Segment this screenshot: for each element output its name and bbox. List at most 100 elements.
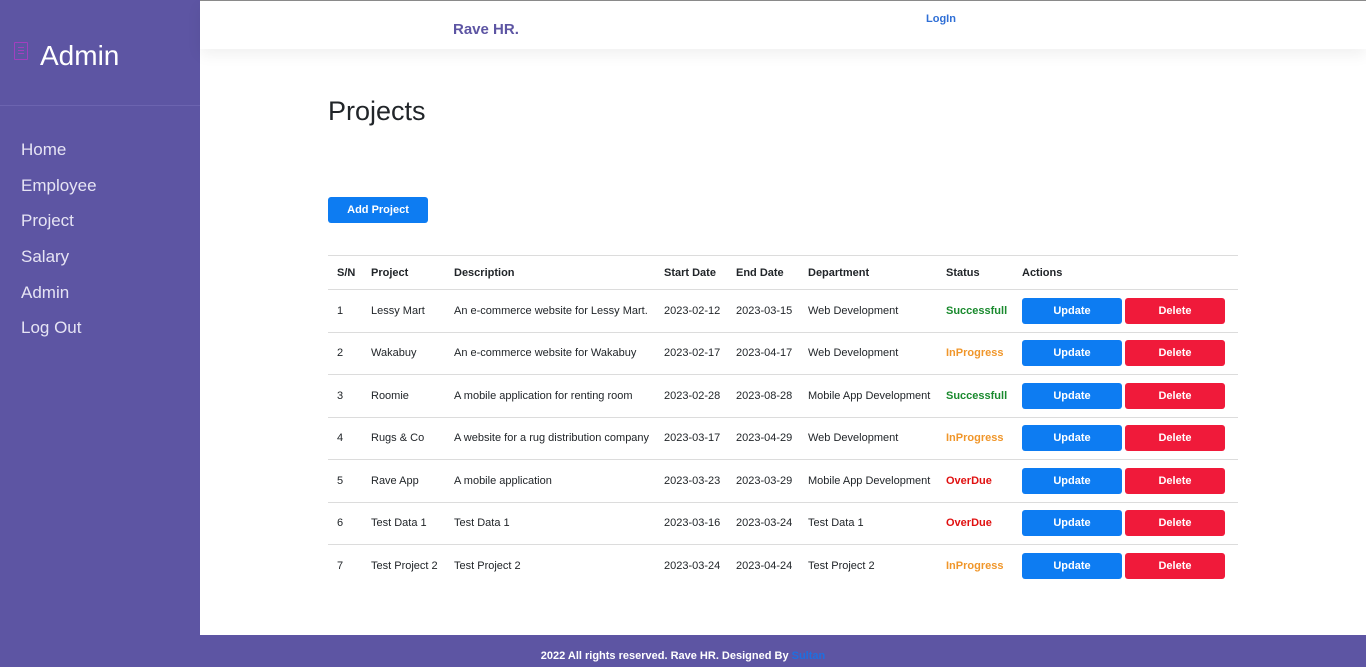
table-row: 3 Roomie A mobile application for renting … xyxy=(328,374,1238,418)
cell-sn: 3 xyxy=(328,374,362,418)
cell-end: 2023-04-17 xyxy=(727,332,799,375)
login-link[interactable]: LogIn xyxy=(926,13,956,25)
cell-description: An e-commerce website for Wakabuy xyxy=(445,332,655,375)
cell-department: Web Development xyxy=(799,289,937,333)
cell-actions: Update Delete xyxy=(1013,417,1238,460)
update-button[interactable]: Update xyxy=(1022,553,1122,579)
cell-department: Mobile App Development xyxy=(799,374,937,418)
cell-start: 2023-02-17 xyxy=(655,332,727,375)
cell-end: 2023-03-24 xyxy=(727,502,799,545)
cell-end: 2023-04-24 xyxy=(736,560,793,572)
cell-sn: 6 xyxy=(328,502,362,545)
update-button[interactable]: Update xyxy=(1022,340,1122,367)
table-row: 6 Test Data 1 Test Data 1 2023-03-16 2023-03… xyxy=(328,502,1238,545)
cell-end: 2023-03-29 xyxy=(727,459,799,503)
footer: 2022 All rights reserved. Rave HR. Desig… xyxy=(0,635,1366,667)
page-title: Projects xyxy=(328,96,426,126)
column-header-sn: S/N xyxy=(328,255,362,290)
cell-description: An e-commerce website for Lessy Mart. xyxy=(445,289,655,333)
delete-button[interactable]: Delete xyxy=(1125,467,1225,494)
column-header-start-date: Start Date xyxy=(655,255,727,290)
cell-start: 2023-03-17 xyxy=(655,417,727,460)
cell-sn: 5 xyxy=(328,459,362,503)
sidebar-title: Admin xyxy=(40,40,120,71)
cell-project: Rugs & Co xyxy=(362,417,445,460)
table-row: 1 Lessy Mart An e-commerce website for Les… xyxy=(328,289,1238,333)
cell-project: Test Data 1 xyxy=(362,502,445,545)
cell-project: Roomie xyxy=(362,374,445,418)
cell-department: Test Data 1 xyxy=(799,502,937,545)
column-header-project: Project xyxy=(362,255,445,290)
table-body: 1 Lessy Mart An e-commerce website for Les… xyxy=(328,289,1238,588)
delete-button[interactable]: Delete xyxy=(1125,340,1225,367)
update-button[interactable]: Update xyxy=(1022,467,1122,494)
cell-sn: 7 xyxy=(337,560,344,572)
cell-actions: Update Delete xyxy=(1013,545,1238,588)
sidebar: Admin Home Employee Project Salary Admin… xyxy=(0,0,200,667)
delete-button[interactable]: Delete xyxy=(1125,297,1225,324)
sidebar-item-project[interactable]: Project xyxy=(0,203,200,239)
cell-start: 2023-03-16 xyxy=(655,502,727,545)
cell-project: Lessy Mart xyxy=(362,289,445,333)
delete-button[interactable]: Delete xyxy=(1125,425,1225,452)
cell-project: Wakabuy xyxy=(362,332,445,375)
table-row: 7 Test Project 2 Test Project 2 2023-03-24 2… xyxy=(328,545,1238,588)
sidebar-brand: Admin xyxy=(0,0,200,106)
cell-start: 2023-02-12 xyxy=(655,289,727,333)
cell-sn: 4 xyxy=(328,417,362,460)
cell-actions: Update Delete xyxy=(1013,459,1238,503)
cell-department: Web Development xyxy=(799,417,937,460)
cell-end: 2023-08-28 xyxy=(727,374,799,418)
table-row: 4 Rugs & Co A website for a rug distributi… xyxy=(328,417,1238,460)
add-project-button[interactable]: Add Project xyxy=(328,197,428,223)
table-row: 5 Rave App A mobile application 2023-03-23 2… xyxy=(328,459,1238,503)
column-header-description: Description xyxy=(445,255,655,290)
sidebar-item-logout[interactable]: Log Out xyxy=(0,310,200,346)
projects-table: S/N Project Description Start Date End Date D… xyxy=(328,255,1238,587)
delete-button[interactable]: Delete xyxy=(1125,510,1225,537)
document-icon xyxy=(14,42,28,60)
table-header-row: S/N Project Description Start Date End Date D… xyxy=(328,255,1238,290)
sidebar-nav: Home Employee Project Salary Admin Log O… xyxy=(0,132,200,346)
update-button[interactable]: Update xyxy=(1022,297,1122,324)
column-header-end-date: End Date xyxy=(727,255,799,290)
cell-description: A website for a rug distribution company xyxy=(445,417,655,460)
cell-start: 2023-03-24 xyxy=(664,560,721,572)
cell-end: 2023-04-29 xyxy=(727,417,799,460)
column-header-department: Department xyxy=(799,255,937,290)
cell-sn: 1 xyxy=(328,289,362,333)
cell-status: OverDue xyxy=(937,459,1013,503)
sidebar-item-home[interactable]: Home xyxy=(0,132,200,168)
sidebar-item-admin[interactable]: Admin xyxy=(0,275,200,311)
cell-status: Successfull xyxy=(937,289,1013,333)
footer-text: 2022 All rights reserved. Rave HR. Desig… xyxy=(540,650,792,662)
cell-status: OverDue xyxy=(937,502,1013,545)
cell-status: Successfull xyxy=(937,374,1013,418)
update-button[interactable]: Update xyxy=(1022,382,1122,409)
cell-status: InProgress xyxy=(937,332,1013,375)
cell-status: InProgress xyxy=(937,417,1013,460)
cell-actions: Update Delete xyxy=(1013,502,1238,545)
cell-project: Test Project 2 xyxy=(371,560,438,572)
top-navbar: Rave HR. LogIn xyxy=(200,0,1366,49)
cell-actions: Update Delete xyxy=(1013,332,1238,375)
cell-actions: Update Delete xyxy=(1013,289,1238,333)
cell-description: Test Project 2 xyxy=(454,560,521,572)
sidebar-item-salary[interactable]: Salary xyxy=(0,239,200,275)
update-button[interactable]: Update xyxy=(1022,425,1122,452)
navbar-brand[interactable]: Rave HR. xyxy=(453,21,519,38)
cell-department: Web Development xyxy=(799,332,937,375)
footer-designer-link[interactable]: Sultan xyxy=(792,650,826,662)
table-row: 2 Wakabuy An e-commerce website for Wakabu… xyxy=(328,332,1238,375)
delete-button[interactable]: Delete xyxy=(1125,553,1225,579)
cell-start: 2023-02-28 xyxy=(655,374,727,418)
cell-department: Test Project 2 xyxy=(808,560,875,572)
cell-end: 2023-03-15 xyxy=(727,289,799,333)
cell-project: Rave App xyxy=(362,459,445,503)
sidebar-item-employee[interactable]: Employee xyxy=(0,168,200,204)
cell-sn: 2 xyxy=(328,332,362,375)
update-button[interactable]: Update xyxy=(1022,510,1122,537)
delete-button[interactable]: Delete xyxy=(1125,382,1225,409)
column-header-actions: Actions xyxy=(1013,255,1238,290)
cell-department: Mobile App Development xyxy=(799,459,937,503)
